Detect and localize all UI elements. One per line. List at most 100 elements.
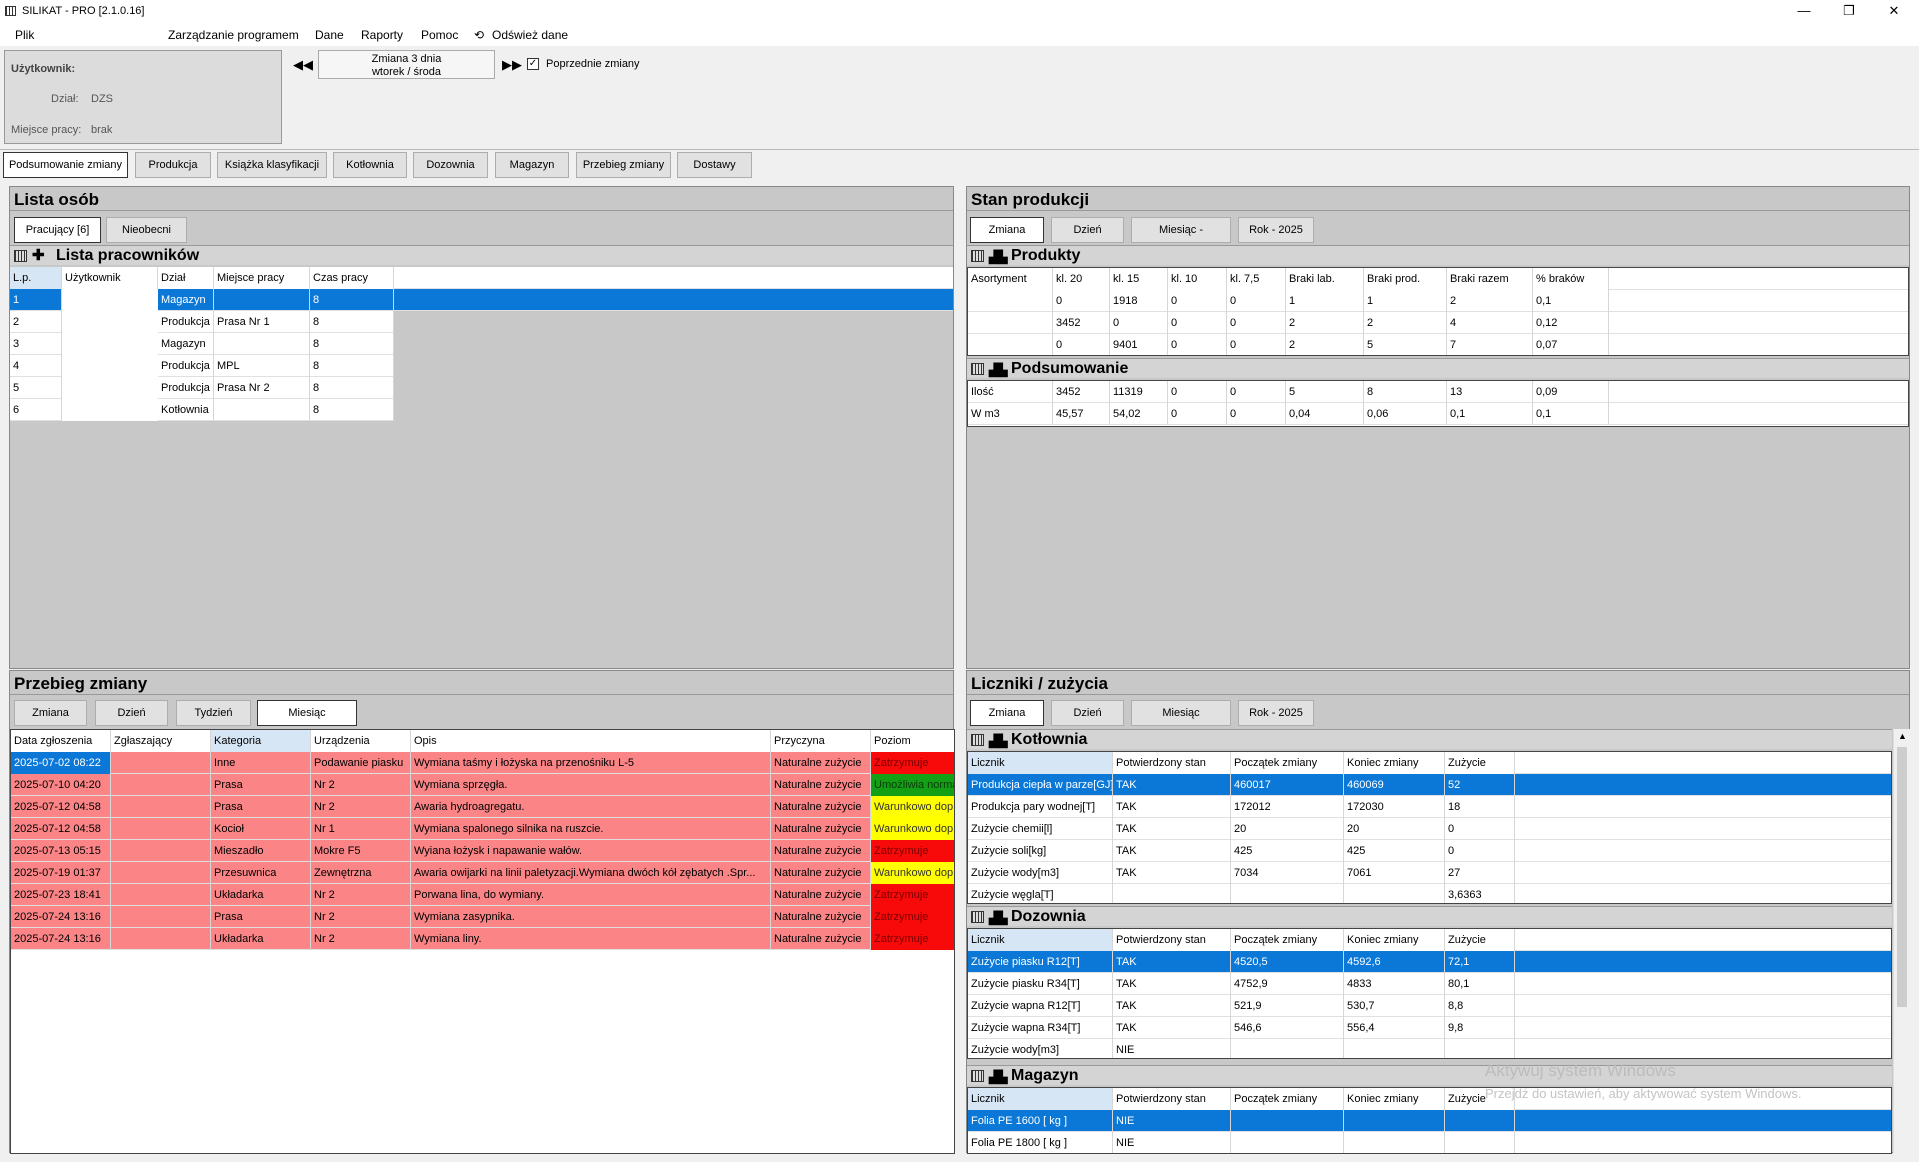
- menu-raporty[interactable]: Raporty: [361, 28, 403, 42]
- prev-shift-icon[interactable]: ◀◀: [293, 57, 313, 73]
- col-potwierdzony[interactable]: Potwierdzony stan: [1113, 929, 1231, 951]
- event-row[interactable]: 2025-07-23 18:41 Układarka Nr 2 Porwana lin…: [11, 884, 954, 906]
- chart-icon[interactable]: ▟▙: [989, 734, 1007, 748]
- pz-zmiana-button[interactable]: Zmiana: [14, 700, 87, 726]
- product-row[interactable]: 3452 0 0 0 2 2 4 0,12: [968, 312, 1908, 334]
- chart-icon[interactable]: ▟▙: [989, 250, 1007, 264]
- event-row[interactable]: 2025-07-12 04:58 Prasa Nr 2 Awaria hydroagr…: [11, 796, 954, 818]
- col-kl75[interactable]: kl. 7,5: [1227, 268, 1286, 290]
- employee-row[interactable]: 6 Kotłownia 8: [10, 399, 394, 421]
- counter-row[interactable]: Zużycie piasku R34[T] TAK 4752,9 4833 80,1: [968, 973, 1891, 995]
- counter-row[interactable]: Zużycie wody[m3] NIE: [968, 1039, 1891, 1058]
- employee-row[interactable]: 2 Produkcja Prasa Nr 18: [10, 311, 394, 333]
- minimize-button[interactable]: —: [1784, 0, 1824, 22]
- event-row[interactable]: 2025-07-12 04:58 Kocioł Nr 1 Wymiana spalon…: [11, 818, 954, 840]
- menu-pomoc[interactable]: Pomoc: [421, 28, 458, 42]
- sp-dzien-button[interactable]: Dzień: [1051, 217, 1124, 243]
- counter-row[interactable]: Zużycie wapna R12[T] TAK 521,9 530,7 8,8: [968, 995, 1891, 1017]
- pracujacy-button[interactable]: Pracujący [6]: [14, 217, 101, 243]
- col-koniec[interactable]: Koniec zmiany: [1344, 752, 1445, 774]
- nieobecni-button[interactable]: Nieobecni: [106, 217, 187, 243]
- col-kl15[interactable]: kl. 15: [1110, 268, 1168, 290]
- event-row[interactable]: 2025-07-24 13:16 Układarka Nr 2 Wymiana lin…: [11, 928, 954, 950]
- col-licznik[interactable]: Licznik: [968, 1088, 1113, 1110]
- col-opis[interactable]: Opis: [411, 730, 771, 752]
- menu-plik[interactable]: Plik: [15, 28, 34, 42]
- product-row[interactable]: 0 1918 0 0 1 1 2 0,1: [968, 290, 1908, 312]
- tab-podsumowanie[interactable]: Podsumowanie zmiany: [3, 152, 128, 178]
- counter-row[interactable]: Folia PE 1800 [ kg ] NIE: [968, 1132, 1891, 1153]
- event-row[interactable]: 2025-07-13 05:15 Mieszadło Mokre F5 Wyiana …: [11, 840, 954, 862]
- scroll-thumb[interactable]: [1897, 747, 1907, 1007]
- refresh-icon[interactable]: ⟲: [474, 28, 484, 42]
- pz-miesiac-button[interactable]: Miesiąc: [257, 700, 357, 726]
- col-kategoria[interactable]: Kategoria: [211, 730, 311, 752]
- prev-shifts-checkbox[interactable]: ✓: [527, 58, 539, 70]
- counter-row[interactable]: Zużycie piasku R12[T] TAK 4520,5 4592,6 72,1: [968, 951, 1891, 973]
- next-shift-icon[interactable]: ▶▶: [502, 57, 522, 73]
- col-urzadzenia[interactable]: Urządzenia: [311, 730, 411, 752]
- col-kl20[interactable]: kl. 20: [1053, 268, 1110, 290]
- event-row[interactable]: 2025-07-02 08:22 Inne Podawanie piasku Wymi…: [11, 752, 954, 774]
- tab-dozownia[interactable]: Dozownia: [413, 152, 488, 178]
- tab-ksiazka[interactable]: Książka klasyfikacji: [217, 152, 327, 178]
- col-miejsce[interactable]: Miejsce pracy: [214, 267, 310, 289]
- tab-kotlownia[interactable]: Kotłownia: [333, 152, 407, 178]
- col-kl10[interactable]: kl. 10: [1168, 268, 1227, 290]
- tab-dostawy[interactable]: Dostawy: [677, 152, 752, 178]
- lz-dzien-button[interactable]: Dzień: [1051, 700, 1124, 726]
- close-button[interactable]: ✕: [1874, 0, 1914, 22]
- counter-row[interactable]: Produkcja pary wodnej[T] TAK 172012 172030 1…: [968, 796, 1891, 818]
- product-row[interactable]: 0 9401 0 0 2 5 7 0,07: [968, 334, 1908, 355]
- menu-dane[interactable]: Dane: [315, 28, 344, 42]
- col-zuzycie[interactable]: Zużycie: [1445, 752, 1515, 774]
- col-uzytkownik[interactable]: Użytkownik: [62, 267, 158, 289]
- sp-zmiana-button[interactable]: Zmiana: [970, 217, 1044, 243]
- menu-zarzadzanie[interactable]: Zarządzanie programem: [168, 28, 299, 42]
- chart-icon[interactable]: ▟▙: [989, 911, 1007, 925]
- menu-odswiez[interactable]: Odśwież dane: [492, 28, 568, 42]
- col-koniec[interactable]: Koniec zmiany: [1344, 929, 1445, 951]
- col-zuzycie[interactable]: Zużycie: [1445, 929, 1515, 951]
- col-licznik[interactable]: Licznik: [968, 929, 1113, 951]
- lz-rok-button[interactable]: Rok - 2025: [1238, 700, 1314, 726]
- employee-row[interactable]: 3 Magazyn 8: [10, 333, 394, 355]
- col-lp[interactable]: L.p.: [10, 267, 62, 289]
- col-braki-lab[interactable]: Braki lab.: [1286, 268, 1364, 290]
- col-potwierdzony[interactable]: Potwierdzony stan: [1113, 752, 1231, 774]
- add-icon[interactable]: ✚: [32, 246, 45, 264]
- col-potwierdzony[interactable]: Potwierdzony stan: [1113, 1088, 1231, 1110]
- event-row[interactable]: 2025-07-10 04:20 Prasa Nr 2 Wymiana sprzęgł…: [11, 774, 954, 796]
- sp-miesiac-button[interactable]: Miesiąc -: [1131, 217, 1231, 243]
- event-row[interactable]: 2025-07-24 13:16 Prasa Nr 2 Wymiana zasypni…: [11, 906, 954, 928]
- tab-produkcja[interactable]: Produkcja: [135, 152, 211, 178]
- col-licznik[interactable]: Licznik: [968, 752, 1113, 774]
- col-poziom[interactable]: Poziom: [871, 730, 954, 752]
- counter-row[interactable]: Folia PE 1600 [ kg ] NIE: [968, 1110, 1891, 1132]
- summary-row[interactable]: Ilość 3452 11319 0 0 5 8 13 0,09: [968, 381, 1908, 403]
- employee-row[interactable]: 4 Produkcja MPL 8: [10, 355, 394, 377]
- counter-row[interactable]: Zużycie węgla[T] 3,6363: [968, 884, 1891, 903]
- employee-row[interactable]: 5 Produkcja Prasa Nr 28: [10, 377, 394, 399]
- scroll-up-icon[interactable]: ▲: [1898, 731, 1907, 741]
- counter-row[interactable]: Produkcja ciepła w parze[GJ] TAK 460017 460…: [968, 774, 1891, 796]
- col-dzial[interactable]: Dział: [158, 267, 214, 289]
- chart-icon[interactable]: ▟▙: [989, 363, 1007, 377]
- event-row[interactable]: 2025-07-19 01:37 Przesuwnica Zewnętrzna Awa…: [11, 862, 954, 884]
- col-asortyment[interactable]: Asortyment: [968, 268, 1053, 290]
- col-poczatek[interactable]: Początek zmiany: [1231, 752, 1344, 774]
- col-braki-prod[interactable]: Braki prod.: [1364, 268, 1447, 290]
- col-przyczyna[interactable]: Przyczyna: [771, 730, 871, 752]
- lz-miesiac-button[interactable]: Miesiąc: [1131, 700, 1231, 726]
- counter-row[interactable]: Zużycie wapna R34[T] TAK 546,6 556,4 9,8: [968, 1017, 1891, 1039]
- col-koniec[interactable]: Koniec zmiany: [1344, 1088, 1445, 1110]
- restore-button[interactable]: ❐: [1829, 0, 1869, 22]
- col-czas[interactable]: Czas pracy: [310, 267, 394, 289]
- col-poczatek[interactable]: Początek zmiany: [1231, 929, 1344, 951]
- tab-magazyn[interactable]: Magazyn: [495, 152, 569, 178]
- pz-dzien-button[interactable]: Dzień: [95, 700, 168, 726]
- col-zglaszajacy[interactable]: Zgłaszający: [111, 730, 211, 752]
- col-braki-razem[interactable]: Braki razem: [1447, 268, 1533, 290]
- pz-tydzien-button[interactable]: Tydzień: [176, 700, 251, 726]
- employee-row[interactable]: 1 Magazyn 8: [10, 289, 953, 311]
